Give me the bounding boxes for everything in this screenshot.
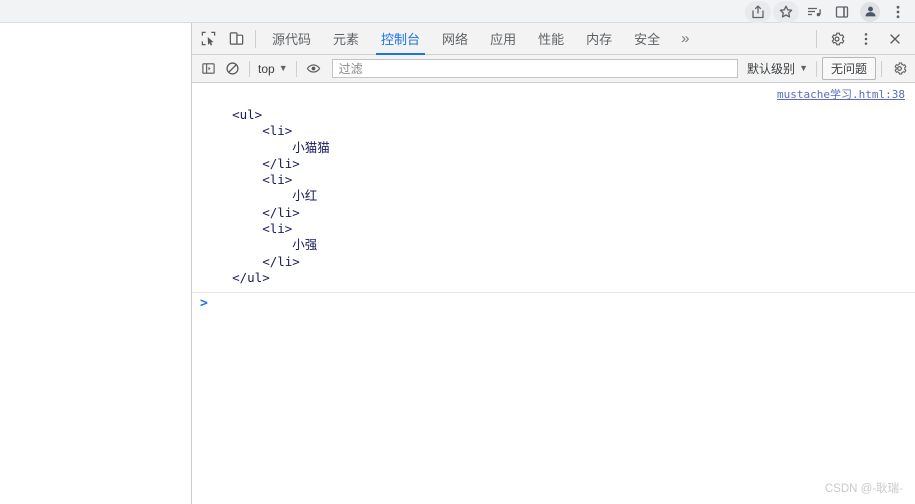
close-devtools-icon[interactable] (881, 25, 909, 53)
tab-label: 控制台 (381, 32, 421, 47)
reading-list-icon[interactable] (801, 1, 827, 23)
devtools-tab-list: 源代码 元素 控制台 网络 应用 性能 内存 安全 » (261, 23, 699, 55)
toolbar-divider (255, 29, 256, 48)
console-filter-input[interactable]: 过滤 (331, 59, 739, 78)
tab-elements[interactable]: 元素 (322, 23, 370, 55)
more-tabs-icon[interactable]: » (671, 23, 699, 55)
devtools-tabbar-actions (811, 25, 913, 53)
log-source-link[interactable]: mustache学习.html:38 (777, 86, 905, 102)
devtools-tabbar: 源代码 元素 控制台 网络 应用 性能 内存 安全 » (192, 23, 915, 55)
web-page-viewport[interactable] (0, 23, 192, 504)
console-settings-gear-icon[interactable] (887, 57, 911, 81)
context-value: top (258, 61, 275, 76)
tab-label: 网络 (442, 32, 469, 47)
tab-performance[interactable]: 性能 (527, 23, 575, 55)
tab-network[interactable]: 网络 (431, 23, 479, 55)
tab-application[interactable]: 应用 (479, 23, 527, 55)
tab-label: 安全 (634, 32, 661, 47)
side-panel-icon[interactable] (829, 1, 855, 23)
console-context-selector[interactable]: top ▼ (255, 62, 291, 76)
log-level-value: 默认级别 (747, 62, 796, 76)
tab-label: 元素 (333, 32, 360, 47)
tab-memory[interactable]: 内存 (575, 23, 623, 55)
devtools-panel: 源代码 元素 控制台 网络 应用 性能 内存 安全 » top ▼ 过滤 默认级… (192, 23, 915, 504)
browser-toolbar (0, 0, 915, 23)
console-sidebar-toggle-icon[interactable] (196, 57, 220, 81)
settings-gear-icon[interactable] (823, 25, 851, 53)
chevron-down-icon: ▼ (799, 63, 808, 73)
console-output-area[interactable]: mustache学习.html:38 <ul> <li> 小猫猫 </li> <… (192, 83, 915, 504)
browser-menu-icon[interactable] (885, 1, 911, 23)
toolbar-divider (816, 29, 817, 48)
tab-label: 应用 (490, 32, 517, 47)
devtools-menu-icon[interactable] (852, 25, 880, 53)
log-message-text: <ul> <li> 小猫猫 </li> <li> 小红 </li> <li> 小… (232, 107, 330, 285)
toolbar-divider (881, 60, 882, 77)
clear-console-icon[interactable] (220, 57, 244, 81)
issues-button[interactable]: 无问题 (821, 57, 876, 80)
toolbar-divider (815, 60, 817, 77)
tab-label: 源代码 (272, 32, 312, 47)
console-prompt-row[interactable]: > (192, 293, 915, 317)
browser-action-icons (745, 0, 911, 23)
profile-avatar[interactable] (857, 1, 883, 23)
console-log-entry[interactable]: mustache学习.html:38 <ul> <li> 小猫猫 </li> <… (192, 83, 915, 294)
bookmark-star-icon[interactable] (773, 0, 799, 23)
watermark-text: CSDN @-耿瑞- (824, 483, 903, 495)
chevron-down-icon: ▼ (278, 63, 288, 73)
live-expression-eye-icon[interactable] (302, 57, 326, 81)
inspect-element-icon[interactable] (194, 25, 222, 53)
tab-console[interactable]: 控制台 (370, 23, 431, 55)
tab-label: 性能 (538, 32, 565, 47)
device-toolbar-icon[interactable] (222, 25, 250, 53)
tab-security[interactable]: 安全 (623, 23, 671, 55)
toolbar-divider (295, 60, 297, 77)
tab-label: 内存 (586, 32, 613, 47)
toolbar-divider (249, 60, 250, 77)
console-toolbar: top ▼ 过滤 默认级别 ▼ 无问题 (192, 55, 915, 83)
tab-sources[interactable]: 源代码 (261, 23, 322, 55)
log-level-selector[interactable]: 默认级别 ▼ (744, 60, 811, 77)
filter-placeholder: 过滤 (338, 62, 363, 76)
prompt-chevron-icon: > (200, 296, 208, 312)
share-icon[interactable] (745, 0, 771, 23)
